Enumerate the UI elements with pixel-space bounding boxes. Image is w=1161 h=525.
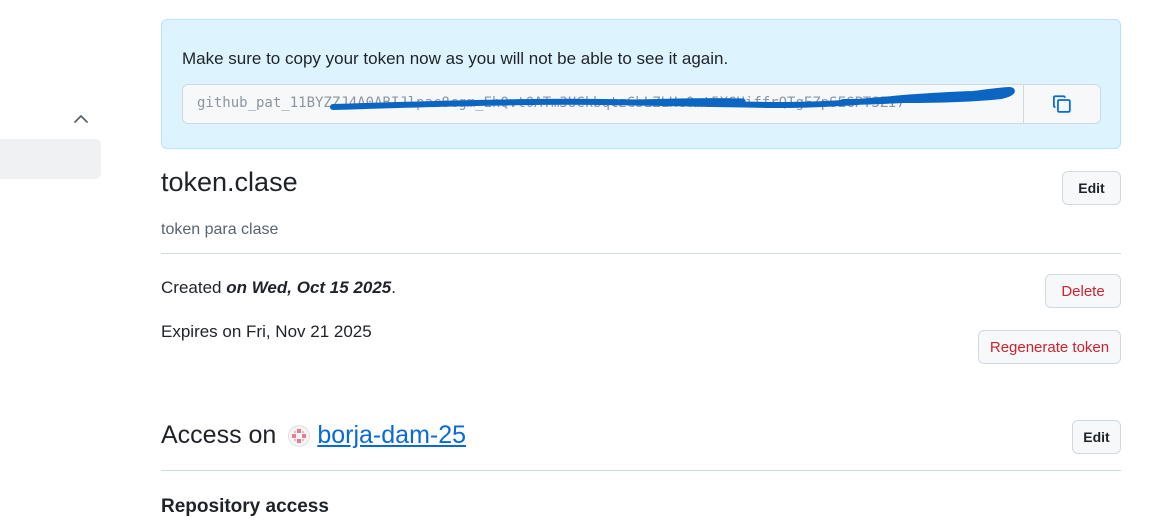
chevron-up-icon[interactable] xyxy=(72,111,90,127)
copy-icon xyxy=(1053,95,1071,113)
divider xyxy=(161,470,1121,471)
repository-access-heading: Repository access xyxy=(161,496,329,517)
edit-token-button[interactable]: Edit xyxy=(1062,171,1121,205)
org-identicon-icon xyxy=(288,424,311,447)
token-description: token para clase xyxy=(161,221,279,238)
divider xyxy=(161,253,1121,254)
sidebar-selected-item[interactable] xyxy=(0,139,101,179)
copy-token-button[interactable] xyxy=(1024,85,1100,123)
access-heading-label: Access on xyxy=(161,421,277,449)
created-date: on Wed, Oct 15 2025 xyxy=(226,278,392,297)
access-heading: Access on borja-dam-25 xyxy=(161,421,466,450)
token-name-heading: token.clase xyxy=(161,167,298,197)
regenerate-token-button[interactable]: Regenerate token xyxy=(978,330,1121,364)
flash-message: Make sure to copy your token now as you … xyxy=(182,49,729,68)
token-value-text[interactable]: github_pat_11BYZZJ4A0ABIJlpac8cgm_EhQvt0… xyxy=(197,95,1023,111)
created-date-text: Created on Wed, Oct 15 2025. xyxy=(161,278,396,298)
expiration-text: Expires on Fri, Nov 21 2025 xyxy=(161,322,372,341)
created-prefix: Created xyxy=(161,278,227,297)
org-link[interactable]: borja-dam-25 xyxy=(317,421,466,450)
created-suffix: . xyxy=(391,278,396,297)
token-value-field[interactable]: github_pat_11BYZZJ4A0ABIJlpac8cgm_EhQvt0… xyxy=(182,84,1101,124)
edit-access-button[interactable]: Edit xyxy=(1072,420,1121,454)
delete-token-button[interactable]: Delete xyxy=(1045,274,1121,308)
token-flash-banner: Make sure to copy your token now as you … xyxy=(161,19,1121,149)
